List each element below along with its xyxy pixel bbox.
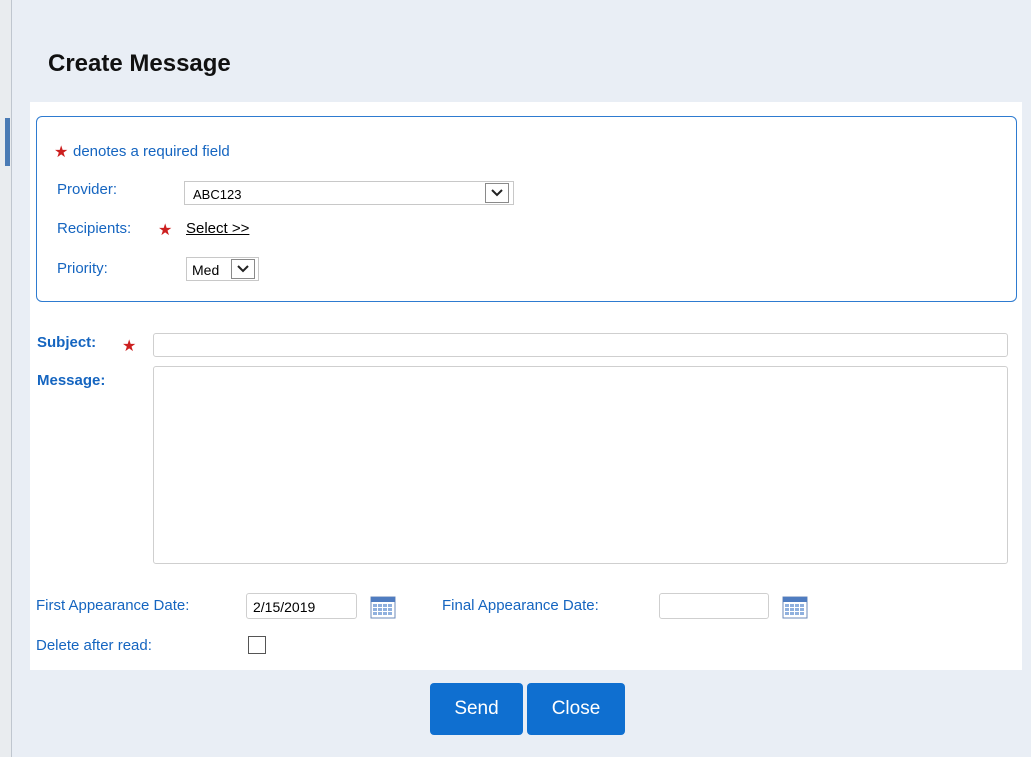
provider-select[interactable]: ABC123 [184, 181, 514, 205]
priority-dropdown-button[interactable] [231, 259, 255, 279]
background-page-edge [0, 0, 11, 757]
provider-dropdown-button[interactable] [485, 183, 509, 203]
chevron-down-icon [237, 265, 249, 273]
required-star-icon: ★ [54, 144, 69, 161]
calendar-icon[interactable] [782, 595, 808, 619]
priority-select-value: Med [192, 262, 220, 278]
message-textarea[interactable] [153, 366, 1008, 564]
message-label: Message: [37, 372, 106, 389]
subject-input[interactable] [153, 333, 1008, 357]
required-note: denotes a required field [73, 143, 230, 160]
final-appearance-input[interactable] [659, 593, 769, 619]
priority-select[interactable]: Med [186, 257, 259, 281]
first-appearance-label: First Appearance Date: [36, 597, 190, 614]
provider-label: Provider: [57, 181, 118, 198]
first-appearance-input[interactable]: 2/15/2019 [246, 593, 357, 619]
provider-select-value: ABC123 [193, 187, 242, 202]
final-appearance-label: Final Appearance Date: [442, 597, 599, 614]
required-star-icon: ★ [122, 338, 137, 355]
first-appearance-value: 2/15/2019 [253, 599, 316, 615]
send-button[interactable]: Send [430, 683, 523, 735]
delete-after-read-checkbox[interactable] [248, 636, 266, 654]
calendar-icon[interactable] [370, 595, 396, 619]
recipients-label: Recipients: [57, 220, 132, 237]
priority-label: Priority: [57, 260, 108, 277]
dialog-title: Create Message [48, 50, 231, 77]
background-page-accent [5, 118, 10, 166]
recipients-select-link[interactable]: Select >> [186, 220, 249, 237]
close-button[interactable]: Close [527, 683, 625, 735]
subject-label: Subject: [37, 334, 97, 351]
delete-after-read-label: Delete after read: [36, 637, 152, 654]
required-star-icon: ★ [158, 222, 173, 239]
chevron-down-icon [491, 189, 503, 197]
